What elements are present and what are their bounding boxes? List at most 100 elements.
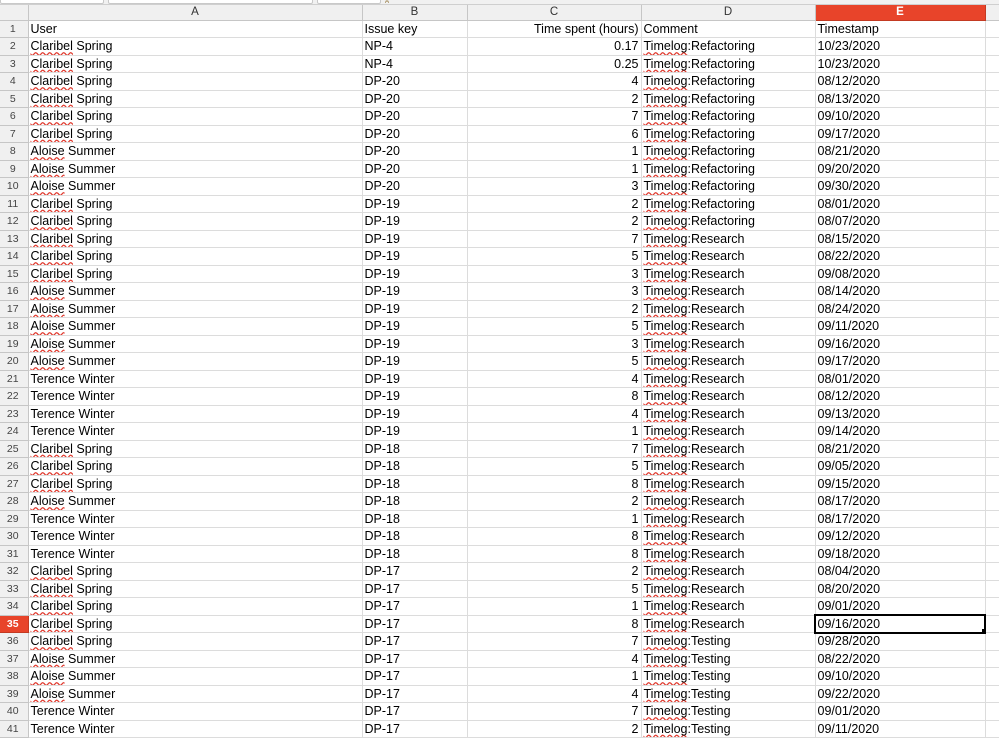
cell-A25[interactable]: Claribel Spring <box>28 440 362 458</box>
cell-D37[interactable]: Timelog:Testing <box>641 650 815 668</box>
cell-F14[interactable] <box>985 248 999 266</box>
select-all-corner[interactable] <box>0 5 28 20</box>
cell-F2[interactable] <box>985 38 999 56</box>
cell-C31[interactable]: 8 <box>467 545 641 563</box>
cell-B26[interactable]: DP-18 <box>362 458 467 476</box>
cell-D19[interactable]: Timelog:Research <box>641 335 815 353</box>
cell-B18[interactable]: DP-19 <box>362 318 467 336</box>
cell-D11[interactable]: Timelog:Refactoring <box>641 195 815 213</box>
cell-B11[interactable]: DP-19 <box>362 195 467 213</box>
cell-B4[interactable]: DP-20 <box>362 73 467 91</box>
cell-F34[interactable] <box>985 598 999 616</box>
cell-F8[interactable] <box>985 143 999 161</box>
row-header-4[interactable]: 4 <box>0 73 28 91</box>
row-header-19[interactable]: 19 <box>0 335 28 353</box>
row-header-26[interactable]: 26 <box>0 458 28 476</box>
cell-F11[interactable] <box>985 195 999 213</box>
column-header-e[interactable]: E <box>815 5 985 20</box>
cell-C41[interactable]: 2 <box>467 720 641 738</box>
cell-D29[interactable]: Timelog:Research <box>641 510 815 528</box>
fill-handle[interactable] <box>982 629 986 633</box>
cell-D22[interactable]: Timelog:Research <box>641 388 815 406</box>
cell-C24[interactable]: 1 <box>467 423 641 441</box>
cell-A37[interactable]: Aloise Summer <box>28 650 362 668</box>
cell-F35[interactable] <box>985 615 999 633</box>
cell-E7[interactable]: 09/17/2020 <box>815 125 985 143</box>
row-header-34[interactable]: 34 <box>0 598 28 616</box>
cell-A32[interactable]: Claribel Spring <box>28 563 362 581</box>
row-header-5[interactable]: 5 <box>0 90 28 108</box>
cell-B9[interactable]: DP-20 <box>362 160 467 178</box>
row-header-41[interactable]: 41 <box>0 720 28 738</box>
row-header-37[interactable]: 37 <box>0 650 28 668</box>
cell-F38[interactable] <box>985 668 999 686</box>
cell-C18[interactable]: 5 <box>467 318 641 336</box>
cell-A38[interactable]: Aloise Summer <box>28 668 362 686</box>
cell-B2[interactable]: NP-4 <box>362 38 467 56</box>
cell-B22[interactable]: DP-19 <box>362 388 467 406</box>
row-header-20[interactable]: 20 <box>0 353 28 371</box>
cell-D33[interactable]: Timelog:Research <box>641 580 815 598</box>
cell-E13[interactable]: 08/15/2020 <box>815 230 985 248</box>
cell-B8[interactable]: DP-20 <box>362 143 467 161</box>
cell-D31[interactable]: Timelog:Research <box>641 545 815 563</box>
cell-B35[interactable]: DP-17 <box>362 615 467 633</box>
cell-F17[interactable] <box>985 300 999 318</box>
cell-B7[interactable]: DP-20 <box>362 125 467 143</box>
cell-A1[interactable]: User <box>28 20 362 38</box>
row-header-25[interactable]: 25 <box>0 440 28 458</box>
cell-F29[interactable] <box>985 510 999 528</box>
cell-B37[interactable]: DP-17 <box>362 650 467 668</box>
row-header-1[interactable]: 1 <box>0 20 28 38</box>
row-header-24[interactable]: 24 <box>0 423 28 441</box>
cell-D20[interactable]: Timelog:Research <box>641 353 815 371</box>
cell-D23[interactable]: Timelog:Research <box>641 405 815 423</box>
cell-C22[interactable]: 8 <box>467 388 641 406</box>
column-header-d[interactable]: D <box>641 5 815 20</box>
row-header-11[interactable]: 11 <box>0 195 28 213</box>
cell-C19[interactable]: 3 <box>467 335 641 353</box>
cell-E3[interactable]: 10/23/2020 <box>815 55 985 73</box>
cell-E37[interactable]: 08/22/2020 <box>815 650 985 668</box>
cell-A22[interactable]: Terence Winter <box>28 388 362 406</box>
cell-A39[interactable]: Aloise Summer <box>28 685 362 703</box>
row-header-38[interactable]: 38 <box>0 668 28 686</box>
cell-B1[interactable]: Issue key <box>362 20 467 38</box>
cell-E6[interactable]: 09/10/2020 <box>815 108 985 126</box>
cell-A14[interactable]: Claribel Spring <box>28 248 362 266</box>
cell-E30[interactable]: 09/12/2020 <box>815 528 985 546</box>
row-header-29[interactable]: 29 <box>0 510 28 528</box>
cell-B36[interactable]: DP-17 <box>362 633 467 651</box>
row-header-2[interactable]: 2 <box>0 38 28 56</box>
cell-E38[interactable]: 09/10/2020 <box>815 668 985 686</box>
cell-F19[interactable] <box>985 335 999 353</box>
cell-B38[interactable]: DP-17 <box>362 668 467 686</box>
cell-A18[interactable]: Aloise Summer <box>28 318 362 336</box>
cell-D7[interactable]: Timelog:Refactoring <box>641 125 815 143</box>
cell-A12[interactable]: Claribel Spring <box>28 213 362 231</box>
cell-C8[interactable]: 1 <box>467 143 641 161</box>
cell-F28[interactable] <box>985 493 999 511</box>
cell-A31[interactable]: Terence Winter <box>28 545 362 563</box>
cell-B13[interactable]: DP-19 <box>362 230 467 248</box>
column-header-c[interactable]: C <box>467 5 641 20</box>
cell-B31[interactable]: DP-18 <box>362 545 467 563</box>
cell-D40[interactable]: Timelog:Testing <box>641 703 815 721</box>
cell-A9[interactable]: Aloise Summer <box>28 160 362 178</box>
cell-D35[interactable]: Timelog:Research <box>641 615 815 633</box>
row-header-21[interactable]: 21 <box>0 370 28 388</box>
row-header-10[interactable]: 10 <box>0 178 28 196</box>
cell-E16[interactable]: 08/14/2020 <box>815 283 985 301</box>
cell-E31[interactable]: 09/18/2020 <box>815 545 985 563</box>
cell-E39[interactable]: 09/22/2020 <box>815 685 985 703</box>
cell-C17[interactable]: 2 <box>467 300 641 318</box>
cell-A11[interactable]: Claribel Spring <box>28 195 362 213</box>
spreadsheet-grid[interactable]: ABCDE 1UserIssue keyTime spent (hours)Co… <box>0 5 999 738</box>
cell-F24[interactable] <box>985 423 999 441</box>
cell-C33[interactable]: 5 <box>467 580 641 598</box>
cell-D16[interactable]: Timelog:Research <box>641 283 815 301</box>
cell-B19[interactable]: DP-19 <box>362 335 467 353</box>
cell-C13[interactable]: 7 <box>467 230 641 248</box>
cell-A10[interactable]: Aloise Summer <box>28 178 362 196</box>
cell-D32[interactable]: Timelog:Research <box>641 563 815 581</box>
